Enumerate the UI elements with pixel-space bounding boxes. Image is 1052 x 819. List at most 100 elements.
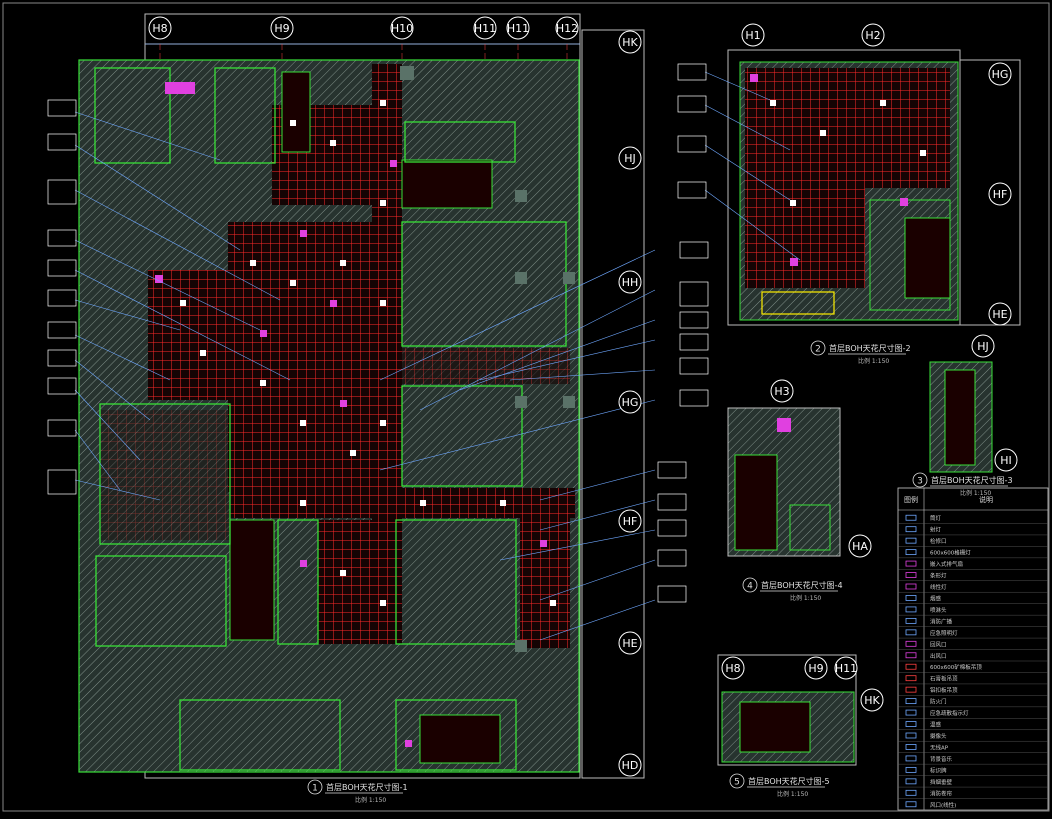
- legend-row: 消防卷帘: [898, 789, 1048, 799]
- axis-label: H9: [274, 22, 289, 35]
- legend-row: 应急疏散指示灯: [898, 709, 1048, 719]
- legend-row: 消防广播: [898, 617, 1048, 627]
- stair-4: [281, 71, 311, 153]
- grid-room-f: [520, 518, 570, 648]
- axis-bubble: H3: [770, 379, 794, 403]
- legend-desc: 回风口: [930, 641, 947, 648]
- legend-row: 出风口: [898, 652, 1048, 662]
- legend-row: 标识牌: [898, 766, 1048, 776]
- axis-bubble: H12: [555, 16, 579, 40]
- legend-desc: 摄像头: [930, 732, 947, 740]
- legend-desc: 背景音乐: [930, 755, 953, 763]
- legend-row: 600x600矿棉板吊顶: [898, 663, 1048, 673]
- legend-header-symbol: 图例: [904, 495, 918, 504]
- legend-symbol: [905, 617, 917, 624]
- legend-symbol: [905, 698, 917, 705]
- drawing-title: 1 首层BOH天花尺寸图-1 比例 1:150: [307, 779, 408, 804]
- axis-bubble: HD: [618, 753, 642, 777]
- legend-desc: 石膏板吊顶: [930, 675, 958, 683]
- legend-desc: 出风口: [930, 652, 947, 660]
- axis-label: H8: [152, 22, 167, 35]
- grid-room-e: [318, 520, 374, 644]
- legend-row: 600x600格栅灯: [898, 549, 1048, 559]
- drawing-title: 5 首层BOH天花尺寸图-5 比例 1:150: [729, 773, 830, 798]
- legend-row: 筒灯: [898, 514, 1048, 524]
- legend-row: 应急照明灯: [898, 629, 1048, 639]
- legend-desc: 筒灯: [930, 514, 942, 522]
- axis-label: H11: [474, 22, 496, 35]
- axis-bubble: HJ: [971, 334, 995, 358]
- legend-desc: 嵌入式排气扇: [930, 560, 963, 568]
- axis-bubble: HF: [618, 509, 642, 533]
- axis-bubble: HG: [618, 390, 642, 414]
- title-text: 首层BOH天花尺寸图-5: [748, 776, 830, 786]
- title-scale: 比例 1:150: [858, 357, 889, 365]
- legend-symbol: [905, 640, 917, 647]
- axis-label: HJ: [977, 340, 989, 353]
- axis-bubble: HH: [618, 270, 642, 294]
- grid-room-c: [148, 270, 232, 400]
- legend-row: 烟感: [898, 594, 1048, 604]
- axis-bubble: H11: [834, 656, 858, 680]
- legend-desc: 应急照明灯: [930, 629, 958, 637]
- grid-corridor-horizontal: [230, 488, 575, 518]
- title-number: 5: [734, 778, 740, 788]
- legend-desc: 防火门: [930, 698, 947, 706]
- axis-bubble: H10: [390, 16, 414, 40]
- legend-row: 无线AP: [898, 743, 1048, 753]
- legend-symbol: [905, 801, 917, 808]
- legend-symbol: [905, 606, 917, 613]
- legend-symbol: [905, 766, 917, 773]
- axis-label: HF: [993, 188, 1008, 201]
- legend-row: 检修口: [898, 537, 1048, 547]
- legend-symbol: [905, 709, 917, 716]
- legend-row: 风口(线性): [898, 801, 1048, 811]
- title-text: 首层BOH天花尺寸图-2: [829, 343, 911, 353]
- legend-symbol: [905, 652, 917, 659]
- title-scale: 比例 1:150: [790, 594, 821, 602]
- axis-bubble: HI: [994, 448, 1018, 472]
- axis-label: HG: [622, 396, 639, 409]
- legend-row: 射灯: [898, 526, 1048, 536]
- legend-row: 石膏板吊顶: [898, 675, 1048, 685]
- legend-desc: 烟感: [930, 594, 942, 602]
- legend-row: 嵌入式排气扇: [898, 560, 1048, 570]
- plan-2: [677, 49, 1021, 326]
- title-text: 首层BOH天花尺寸图-4: [761, 580, 843, 590]
- axis-bubble: H9: [804, 656, 828, 680]
- legend-rows: 图例 说明筒灯射灯检修口 600x600格栅灯嵌入式排气扇条形灯线性灯烟感喷淋头消防…: [898, 495, 1048, 811]
- legend-desc: 无线AP: [930, 743, 949, 751]
- stair-1: [229, 519, 275, 641]
- legend-row: 温感: [898, 721, 1048, 730]
- axis-label: H2: [865, 29, 880, 42]
- axis-label: HK: [622, 36, 638, 49]
- title-scale: 比例 1:150: [777, 790, 808, 798]
- legend-symbol: [905, 686, 917, 693]
- legend-desc: 应急疏散指示灯: [930, 709, 969, 717]
- axis-label: HG: [992, 68, 1009, 81]
- legend-desc: 600x600格栅灯: [930, 549, 971, 557]
- title-number: 3: [917, 477, 923, 487]
- legend-desc: 铝扣板吊顶: [930, 686, 958, 694]
- title-number: 4: [747, 582, 753, 592]
- axis-bubble: HE: [618, 631, 642, 655]
- legend-symbol: [905, 514, 917, 521]
- legend-symbol: [905, 560, 917, 567]
- drawing-title: 3 首层BOH天花尺寸图-3比例 1:150: [912, 472, 1013, 497]
- legend-desc: 射灯: [930, 526, 942, 534]
- axis-bubble: H8: [148, 16, 172, 40]
- legend-desc: 挡烟垂壁: [930, 778, 953, 786]
- legend-desc: 标识牌: [930, 766, 947, 774]
- axis-bubble: H11: [506, 16, 530, 40]
- axis-bubble: HK: [860, 688, 884, 712]
- axis-label: HK: [864, 694, 880, 707]
- legend: [897, 487, 1049, 811]
- legend-desc: 喷淋头: [930, 606, 947, 614]
- axis-bubble: H2: [861, 23, 885, 47]
- axis-bubble: HJ: [618, 146, 642, 170]
- axis-label: H8: [725, 662, 740, 675]
- legend-desc: 温感: [930, 721, 942, 729]
- legend-symbol: [905, 778, 917, 785]
- axis-label: H11: [507, 22, 529, 35]
- axis-bubble: HA: [848, 534, 872, 558]
